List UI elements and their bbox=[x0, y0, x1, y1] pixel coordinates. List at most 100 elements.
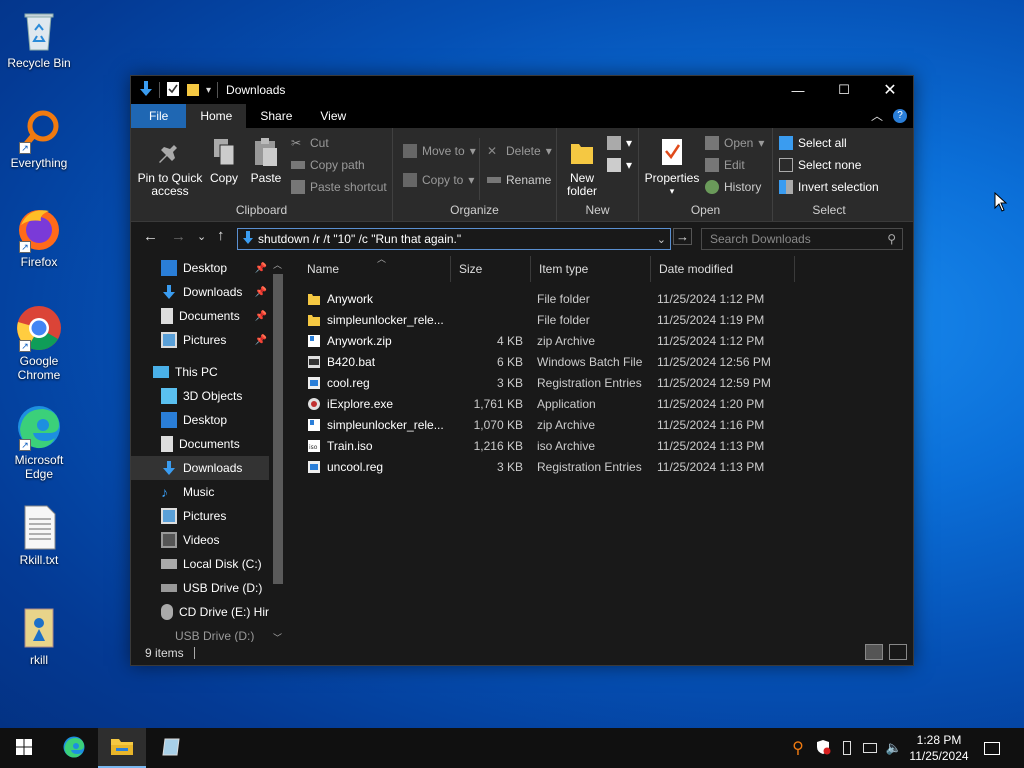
select-none-button[interactable]: Select none bbox=[779, 158, 861, 172]
nav-pictures[interactable]: Pictures bbox=[131, 504, 269, 528]
nav-music[interactable]: ♪ Music bbox=[131, 480, 269, 504]
nav-quick-desktop[interactable]: Desktop 📌 bbox=[131, 256, 269, 280]
new-folder-button[interactable]: New folder bbox=[563, 136, 601, 198]
history-button[interactable]: History bbox=[705, 180, 761, 194]
nav-scrollbar[interactable]: ︿ ﹀ bbox=[271, 258, 285, 643]
up-arrow-icon[interactable]: ↑ bbox=[217, 227, 225, 244]
copy-to-button[interactable]: Copy to ▾ bbox=[403, 173, 474, 187]
table-row[interactable]: cool.reg 3 KB Registration Entries 11/25/20… bbox=[307, 372, 771, 393]
desktop-icon-chrome[interactable]: ↗ Google Chrome bbox=[4, 304, 74, 382]
address-dropdown-icon[interactable]: ⌄ bbox=[657, 233, 666, 246]
nav-downloads[interactable]: Downloads bbox=[131, 456, 269, 480]
table-row[interactable]: Anywork.zip 4 KB zip Archive 11/25/2024 1:1… bbox=[307, 330, 767, 351]
file-name-cell[interactable]: uncool.reg bbox=[307, 460, 383, 474]
taskbar-clock[interactable]: 1:28 PM 11/25/2024 bbox=[908, 732, 970, 764]
table-row[interactable]: iExplore.exe 1,761 KB Application 11/25/202… bbox=[307, 393, 767, 414]
start-button[interactable] bbox=[0, 728, 48, 768]
paste-shortcut-button[interactable]: Paste shortcut bbox=[291, 180, 387, 194]
maximize-button[interactable]: ☐ bbox=[821, 76, 867, 104]
tab-home[interactable]: Home bbox=[186, 104, 247, 128]
table-row[interactable]: simpleunlocker_rele... 1,070 KB zip Archiv… bbox=[307, 414, 767, 435]
search-box[interactable]: ⚲ bbox=[701, 228, 903, 250]
paste-button[interactable]: Paste bbox=[249, 136, 283, 185]
customize-toolbar-icon[interactable]: ▾ bbox=[206, 85, 211, 96]
help-icon[interactable]: ? bbox=[893, 108, 907, 123]
recent-locations-icon[interactable]: ⌄ bbox=[197, 230, 206, 243]
tab-share[interactable]: Share bbox=[246, 104, 306, 128]
column-date[interactable]: Date modified bbox=[651, 256, 795, 282]
tray-security[interactable] bbox=[812, 728, 834, 768]
details-view-icon[interactable] bbox=[865, 644, 883, 660]
table-row[interactable]: B420.bat 6 KB Windows Batch File 11/25/2024… bbox=[307, 351, 771, 372]
properties-check-icon[interactable] bbox=[166, 81, 180, 100]
file-name-cell[interactable]: Anywork.zip bbox=[307, 334, 392, 348]
desktop-icon-firefox[interactable]: ↗ Firefox bbox=[4, 205, 74, 269]
back-arrow-icon[interactable]: ← bbox=[143, 228, 158, 245]
close-button[interactable]: ✕ bbox=[867, 76, 913, 104]
desktop-icon-edge[interactable]: ↗ Microsoft Edge bbox=[4, 403, 74, 481]
address-input[interactable] bbox=[258, 232, 648, 246]
desktop-icon-rkill-txt[interactable]: Rkill.txt bbox=[4, 503, 74, 567]
file-name-cell[interactable]: iso Train.iso bbox=[307, 439, 373, 453]
desktop-icon-rkill[interactable]: rkill bbox=[4, 603, 74, 667]
nav-quick-documents[interactable]: Documents 📌 bbox=[131, 304, 269, 328]
file-name-cell[interactable]: simpleunlocker_rele... bbox=[307, 313, 444, 327]
table-row[interactable]: uncool.reg 3 KB Registration Entries 11/25/… bbox=[307, 456, 767, 477]
nav-desktop[interactable]: Desktop bbox=[131, 408, 269, 432]
file-name-cell[interactable]: iExplore.exe bbox=[307, 397, 393, 411]
select-all-button[interactable]: Select all bbox=[779, 136, 847, 150]
tray-usb[interactable] bbox=[838, 728, 856, 768]
title-bar[interactable]: ▾ Downloads — ☐ ✕ bbox=[131, 76, 913, 104]
column-name[interactable]: Name ︿ bbox=[299, 254, 451, 282]
desktop-icon-everything[interactable]: ↗ Everything bbox=[4, 106, 74, 170]
table-row[interactable]: Anywork File folder 11/25/2024 1:12 PM bbox=[307, 288, 767, 309]
go-arrow-icon[interactable]: → bbox=[673, 228, 692, 245]
taskbar-edge[interactable] bbox=[50, 728, 98, 768]
collapse-ribbon-icon[interactable]: ︿ bbox=[871, 107, 883, 124]
forward-arrow-icon[interactable]: → bbox=[171, 228, 186, 245]
nav-this-pc[interactable]: This PC bbox=[131, 360, 269, 384]
nav-usb-drive[interactable]: USB Drive (D:) bbox=[131, 576, 269, 600]
taskbar-file-explorer[interactable] bbox=[98, 728, 146, 768]
nav-cd-drive[interactable]: CD Drive (E:) Hir bbox=[131, 600, 269, 624]
properties-button[interactable]: Properties ▾ bbox=[643, 136, 701, 198]
scroll-up-icon[interactable]: ︿ bbox=[273, 258, 282, 271]
file-name-cell[interactable]: cool.reg bbox=[307, 376, 370, 390]
tray-everything[interactable]: ⚲ bbox=[788, 728, 808, 768]
minimize-button[interactable]: — bbox=[775, 76, 821, 104]
address-field[interactable]: ⌄ bbox=[237, 228, 671, 250]
new-item-button[interactable]: ▾ bbox=[607, 136, 632, 150]
new-folder-icon[interactable] bbox=[186, 81, 200, 100]
copy-button[interactable]: Copy bbox=[207, 136, 241, 185]
taskbar-app[interactable] bbox=[148, 728, 196, 768]
column-size[interactable]: Size bbox=[451, 256, 531, 282]
nav-local-disk[interactable]: Local Disk (C:) bbox=[131, 552, 269, 576]
nav-quick-downloads[interactable]: Downloads 📌 bbox=[131, 280, 269, 304]
scrollbar-thumb[interactable] bbox=[273, 274, 283, 584]
desktop-icon-recycle-bin[interactable]: Recycle Bin bbox=[4, 6, 74, 70]
column-type[interactable]: Item type bbox=[531, 256, 651, 282]
cut-button[interactable]: ✂ Cut bbox=[291, 136, 329, 150]
tray-volume[interactable]: 🔈 bbox=[884, 728, 904, 768]
rename-button[interactable]: Rename bbox=[487, 173, 551, 187]
action-center-button[interactable] bbox=[980, 728, 1004, 768]
tab-file[interactable]: File bbox=[131, 104, 187, 128]
table-row[interactable]: iso Train.iso 1,216 KB iso Archive 11/25/202… bbox=[307, 435, 767, 456]
file-name-cell[interactable]: B420.bat bbox=[307, 355, 375, 369]
tab-view[interactable]: View bbox=[306, 104, 360, 128]
copy-path-button[interactable]: Copy path bbox=[291, 158, 365, 172]
pin-to-quick-access-button[interactable]: Pin to Quick access bbox=[137, 136, 203, 198]
move-to-button[interactable]: Move to ▾ bbox=[403, 144, 476, 158]
large-icons-view-icon[interactable] bbox=[889, 644, 907, 660]
nav-documents[interactable]: Documents bbox=[131, 432, 269, 456]
delete-button[interactable]: ✕ Delete ▾ bbox=[487, 144, 552, 158]
easy-access-button[interactable]: ▾ bbox=[607, 158, 632, 172]
nav-3d-objects[interactable]: 3D Objects bbox=[131, 384, 269, 408]
search-input[interactable] bbox=[710, 232, 880, 246]
tray-network[interactable] bbox=[860, 728, 880, 768]
edit-button[interactable]: Edit bbox=[705, 158, 745, 172]
table-row[interactable]: simpleunlocker_rele... File folder 11/25/2… bbox=[307, 309, 767, 330]
file-name-cell[interactable]: Anywork bbox=[307, 292, 373, 306]
invert-selection-button[interactable]: Invert selection bbox=[779, 180, 879, 194]
nav-quick-pictures[interactable]: Pictures 📌 bbox=[131, 328, 269, 352]
